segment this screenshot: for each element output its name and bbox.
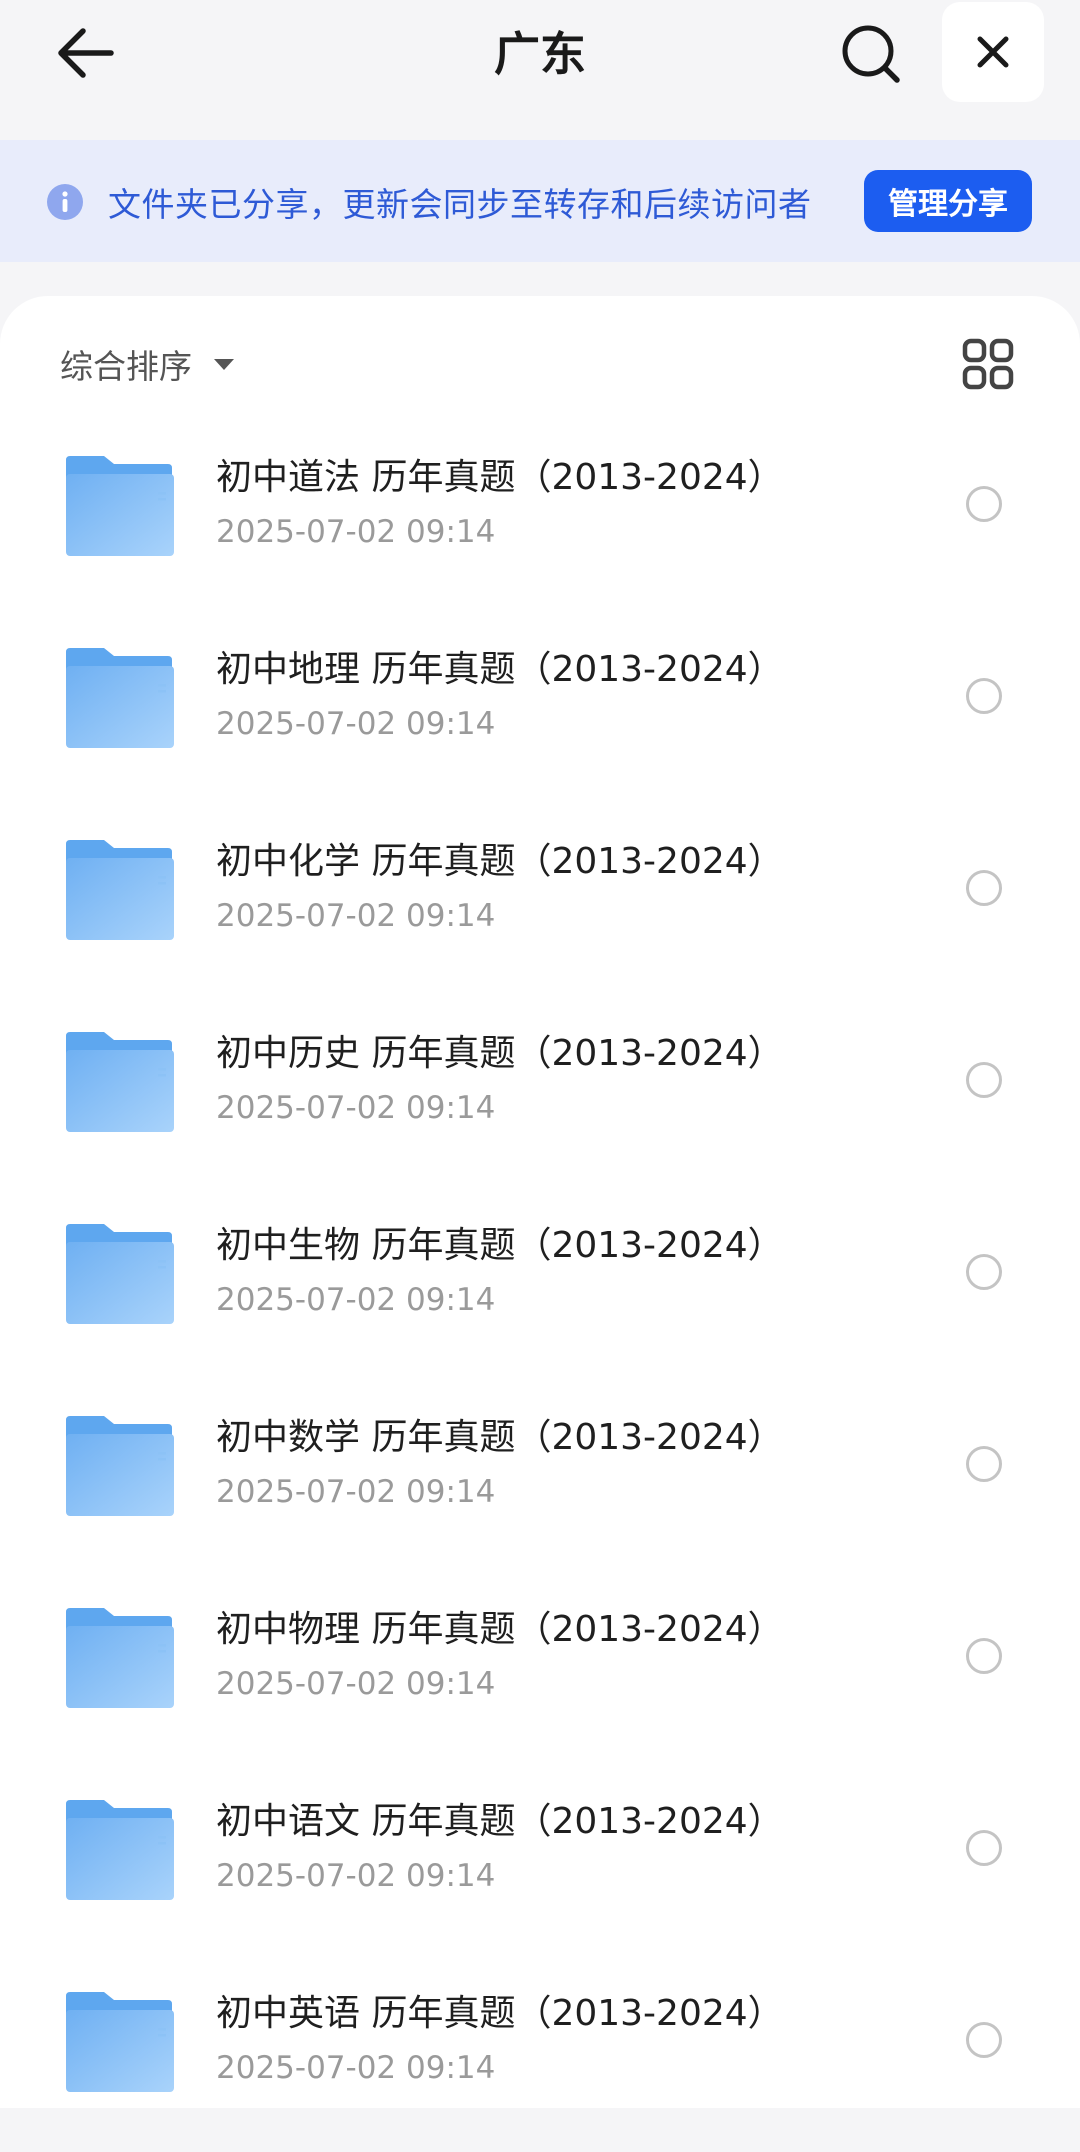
select-checkbox[interactable]: [966, 1446, 1002, 1482]
manage-share-button[interactable]: 管理分享: [864, 170, 1032, 232]
select-checkbox[interactable]: [966, 1638, 1002, 1674]
folder-icon: [66, 1800, 174, 1900]
close-button[interactable]: [942, 2, 1044, 102]
share-notice-text: 文件夹已分享，更新会同步至转存和后续访问者: [108, 185, 812, 224]
view-toggle-button[interactable]: [956, 332, 1020, 396]
folder-date: 2025-07-02 09:14: [216, 1858, 496, 1894]
caret-down-icon: [214, 358, 234, 370]
folder-name: 初中物理 历年真题（2013-2024）: [216, 1609, 784, 1650]
folder-row[interactable]: 初中历史 历年真题（2013-2024） 2025-07-02 09:14: [0, 1000, 1080, 1192]
close-icon: [977, 36, 1009, 68]
folder-row[interactable]: 初中生物 历年真题（2013-2024） 2025-07-02 09:14: [0, 1192, 1080, 1384]
folder-icon: [66, 1416, 174, 1516]
file-list: 初中道法 历年真题（2013-2024） 2025-07-02 09:14 初中…: [0, 424, 1080, 2152]
folder-row[interactable]: 初中道法 历年真题（2013-2024） 2025-07-02 09:14: [0, 424, 1080, 616]
select-checkbox[interactable]: [966, 486, 1002, 522]
grid-view-icon: [962, 338, 1014, 390]
folder-row[interactable]: 初中语文 历年真题（2013-2024） 2025-07-02 09:14: [0, 1768, 1080, 1960]
select-checkbox[interactable]: [966, 870, 1002, 906]
folder-date: 2025-07-02 09:14: [216, 1090, 496, 1126]
search-button[interactable]: [826, 12, 916, 96]
sort-dropdown[interactable]: 综合排序: [60, 340, 234, 388]
folder-name: 初中地理 历年真题（2013-2024）: [216, 649, 784, 690]
select-checkbox[interactable]: [966, 1830, 1002, 1866]
info-icon: [47, 184, 83, 220]
folder-date: 2025-07-02 09:14: [216, 2050, 496, 2086]
folder-row[interactable]: 初中数学 历年真题（2013-2024） 2025-07-02 09:14: [0, 1384, 1080, 1576]
page-title: 广东: [494, 27, 586, 81]
folder-icon: [66, 1224, 174, 1324]
folder-date: 2025-07-02 09:14: [216, 1666, 496, 1702]
folder-name: 初中数学 历年真题（2013-2024）: [216, 1417, 784, 1458]
share-notice-banner: 文件夹已分享，更新会同步至转存和后续访问者 管理分享: [0, 140, 1080, 262]
folder-row[interactable]: 初中化学 历年真题（2013-2024） 2025-07-02 09:14: [0, 808, 1080, 1000]
back-button[interactable]: [40, 14, 130, 92]
folder-icon: [66, 456, 174, 556]
select-checkbox[interactable]: [966, 1254, 1002, 1290]
arrow-left-icon: [58, 28, 114, 78]
folder-name: 初中历史 历年真题（2013-2024）: [216, 1033, 784, 1074]
folder-row[interactable]: 初中英语 历年真题（2013-2024） 2025-07-02 09:14: [0, 1960, 1080, 2152]
folder-name: 初中英语 历年真题（2013-2024）: [216, 1993, 784, 2034]
select-checkbox[interactable]: [966, 678, 1002, 714]
folder-row[interactable]: 初中物理 历年真题（2013-2024） 2025-07-02 09:14: [0, 1576, 1080, 1768]
folder-icon: [66, 1608, 174, 1708]
folder-date: 2025-07-02 09:14: [216, 514, 496, 550]
folder-icon: [66, 1992, 174, 2092]
top-bar: 广东: [0, 0, 1080, 140]
folder-name: 初中道法 历年真题（2013-2024）: [216, 457, 784, 498]
folder-name: 初中化学 历年真题（2013-2024）: [216, 841, 784, 882]
search-icon: [842, 25, 900, 83]
folder-icon: [66, 1032, 174, 1132]
folder-date: 2025-07-02 09:14: [216, 706, 496, 742]
select-checkbox[interactable]: [966, 1062, 1002, 1098]
select-checkbox[interactable]: [966, 2022, 1002, 2058]
folder-date: 2025-07-02 09:14: [216, 1282, 496, 1318]
folder-icon: [66, 840, 174, 940]
folder-name: 初中语文 历年真题（2013-2024）: [216, 1801, 784, 1842]
folder-date: 2025-07-02 09:14: [216, 1474, 496, 1510]
folder-row[interactable]: 初中地理 历年真题（2013-2024） 2025-07-02 09:14: [0, 616, 1080, 808]
folder-name: 初中生物 历年真题（2013-2024）: [216, 1225, 784, 1266]
folder-icon: [66, 648, 174, 748]
folder-date: 2025-07-02 09:14: [216, 898, 496, 934]
file-list-panel: 综合排序 初中道法 历年真题（2013-2024） 2025-07-02 09:…: [0, 296, 1080, 2108]
sort-label: 综合排序: [60, 347, 192, 386]
